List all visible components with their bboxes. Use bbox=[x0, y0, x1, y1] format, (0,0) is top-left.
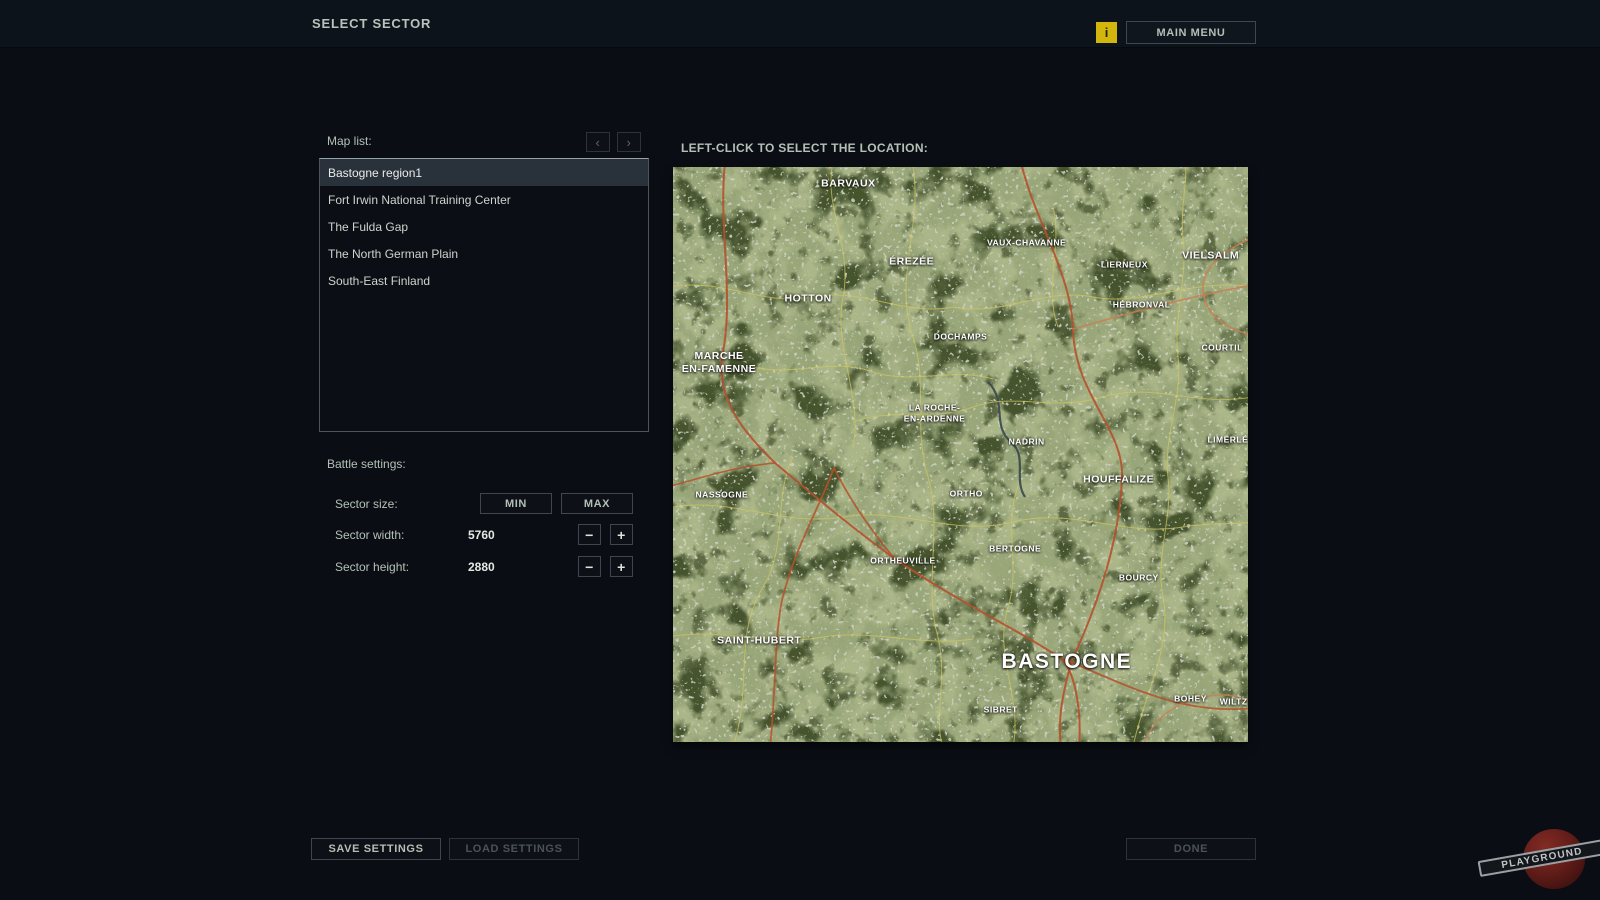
map-town-label: BOHEY bbox=[1174, 693, 1207, 704]
map-town-label: BARVAUX bbox=[821, 177, 876, 190]
map-instruction-label: LEFT-CLICK TO SELECT THE LOCATION: bbox=[681, 141, 929, 155]
map-list-item[interactable]: The North German Plain bbox=[320, 240, 648, 267]
sector-width-label: Sector width: bbox=[335, 528, 405, 542]
sector-height-label: Sector height: bbox=[335, 560, 410, 574]
load-settings-button[interactable]: LOAD SETTINGS bbox=[449, 838, 579, 860]
battle-settings-label: Battle settings: bbox=[327, 457, 406, 471]
info-icon: i bbox=[1104, 25, 1109, 40]
sector-width-decrement-button[interactable]: − bbox=[578, 524, 601, 545]
map-town-label: HOTTON bbox=[784, 292, 832, 305]
page-title: SELECT SECTOR bbox=[312, 16, 432, 31]
map-town-label: SAINT-HUBERT bbox=[717, 634, 802, 647]
map-list-item[interactable]: The Fulda Gap bbox=[320, 213, 648, 240]
sector-height-value: 2880 bbox=[468, 560, 495, 574]
map-town-label: ORTHEUVILLE bbox=[870, 555, 936, 566]
map-town-label: HÉBRONVAL bbox=[1112, 299, 1171, 310]
map-town-label: HOUFFALIZE bbox=[1083, 473, 1155, 486]
sector-width-increment-button[interactable]: + bbox=[610, 524, 633, 545]
map-town-label: SIBRET bbox=[983, 705, 1018, 716]
map-town-label: ÉREZÉE bbox=[889, 255, 935, 268]
sector-size-label: Sector size: bbox=[335, 497, 398, 511]
map-list-item[interactable]: Bastogne region1 bbox=[320, 159, 648, 186]
done-button[interactable]: DONE bbox=[1126, 838, 1256, 860]
chevron-left-icon: ‹ bbox=[595, 134, 601, 150]
main-menu-button[interactable]: MAIN MENU bbox=[1126, 21, 1256, 44]
map-town-label: VAUX-CHAVANNE bbox=[987, 238, 1067, 249]
playground-watermark: PLAYGROUND bbox=[1477, 812, 1600, 900]
map-list-label: Map list: bbox=[327, 134, 372, 148]
map-town-label: BASTOGNE bbox=[1001, 649, 1133, 673]
map-town-label: NADRIN bbox=[1008, 436, 1045, 447]
map-town-label: LIERNEUX bbox=[1100, 259, 1148, 270]
chevron-right-icon: › bbox=[626, 134, 632, 150]
map-list-item[interactable]: Fort Irwin National Training Center bbox=[320, 186, 648, 213]
sector-map[interactable]: BARVAUX VAUX-CHAVANNE VIELSALM ÉREZÉE LIERNE… bbox=[673, 167, 1248, 742]
map-town-label: WILTZ bbox=[1219, 696, 1248, 707]
map-town-label: BERTOGNE bbox=[989, 544, 1042, 555]
map-town-label: MARCHE EN-FAMENNE bbox=[681, 349, 757, 375]
map-town-label: LA ROCHE- EN-ARDENNE bbox=[903, 402, 966, 424]
top-bar bbox=[0, 0, 1600, 48]
map-town-label: VIELSALM bbox=[1182, 249, 1240, 262]
select-sector-screen: SELECT SECTOR i MAIN MENU Map list: ‹ › … bbox=[0, 0, 1600, 900]
sector-height-decrement-button[interactable]: − bbox=[578, 556, 601, 577]
info-button[interactable]: i bbox=[1096, 22, 1117, 43]
save-settings-button[interactable]: SAVE SETTINGS bbox=[311, 838, 441, 860]
map-town-label: NASSOGNE bbox=[695, 489, 749, 500]
sector-height-increment-button[interactable]: + bbox=[610, 556, 633, 577]
sector-size-max-button[interactable]: MAX bbox=[561, 493, 633, 514]
sector-size-min-button[interactable]: MIN bbox=[480, 493, 552, 514]
map-list: Bastogne region1 Fort Irwin National Trai… bbox=[319, 158, 649, 432]
map-list-next-button[interactable]: › bbox=[617, 132, 641, 152]
map-town-label: BOURCY bbox=[1118, 572, 1159, 583]
map-town-label: LIMERLÉ bbox=[1207, 434, 1248, 445]
map-town-layer: BARVAUX VAUX-CHAVANNE VIELSALM ÉREZÉE LIERNE… bbox=[673, 167, 1248, 742]
map-list-item[interactable]: South-East Finland bbox=[320, 267, 648, 294]
map-town-label: DOCHAMPS bbox=[933, 331, 988, 342]
map-town-label: ORTHO bbox=[949, 488, 983, 499]
map-town-label: COURTIL bbox=[1201, 342, 1243, 353]
map-list-prev-button[interactable]: ‹ bbox=[586, 132, 610, 152]
sector-width-value: 5760 bbox=[468, 528, 495, 542]
